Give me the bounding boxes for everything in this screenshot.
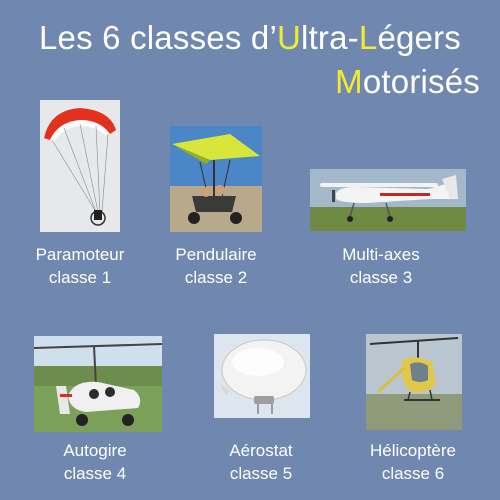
title-text: ltra- [301, 19, 359, 56]
title-text: Les 6 classes d’ [38, 19, 277, 56]
helicopter-photo [366, 334, 462, 430]
class-caption: Pendulaire classe 2 [136, 243, 296, 289]
class-caption: Multi-axes classe 3 [301, 243, 461, 289]
class-number: classe 3 [349, 268, 413, 287]
title-accent-l: L [358, 19, 378, 56]
airship-photo [214, 334, 310, 418]
page-title-line-2: Motorisés [0, 62, 500, 102]
class-name: Hélicoptère [370, 441, 456, 460]
gyrocopter-photo [34, 336, 162, 432]
class-number: classe 2 [184, 268, 248, 287]
class-name: Multi-axes [342, 245, 420, 264]
title-text: égers [377, 19, 461, 56]
class-number: classe 5 [229, 464, 293, 483]
title-accent-u: U [276, 19, 302, 56]
page-title-line-1: Les 6 classes d’Ultra-Légers [0, 18, 500, 58]
class-number: classe 4 [63, 464, 127, 483]
three-axis-aircraft-photo [310, 169, 466, 231]
weight-shift-trike-photo [170, 126, 262, 232]
class-number: classe 6 [381, 464, 445, 483]
title-text: otorisés [362, 63, 480, 100]
class-caption: Autogire classe 4 [15, 439, 175, 485]
class-caption: Hélicoptère classe 6 [333, 439, 493, 485]
paramotor-photo [40, 100, 120, 232]
class-name: Aérostat [229, 441, 293, 460]
class-name: Pendulaire [175, 245, 257, 264]
class-caption: Aérostat classe 5 [181, 439, 341, 485]
title-accent-m: M [335, 63, 363, 100]
class-name: Autogire [63, 441, 127, 460]
